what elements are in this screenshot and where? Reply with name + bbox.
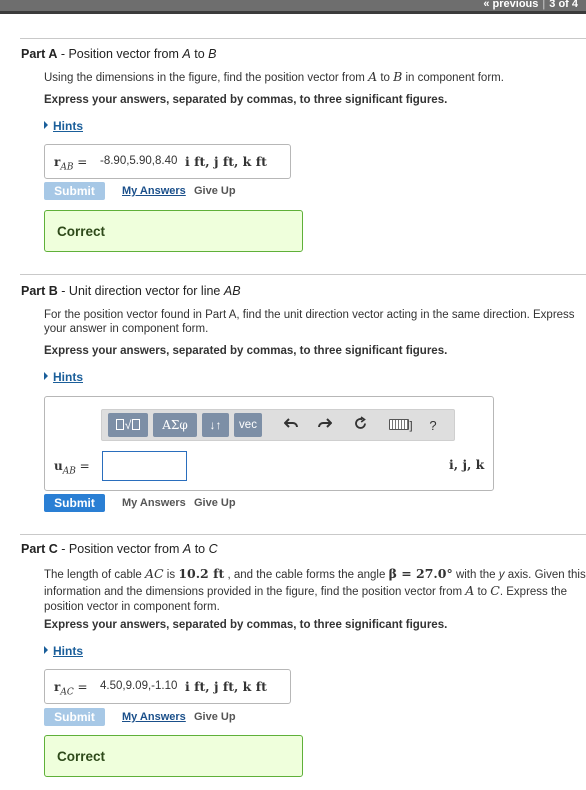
part-c-instr-angle: β = 27.0° (388, 566, 453, 581)
part-b-hints-label: Hints (53, 370, 83, 384)
part-c-correct-text: Correct (57, 749, 106, 764)
part-a-submit-button: Submit (44, 182, 105, 200)
part-a-title-a: A (182, 47, 191, 61)
reset-icon[interactable] (349, 416, 371, 436)
part-c-express: Express your answers, separated by comma… (44, 619, 448, 631)
part-c-instr-4: with the (452, 569, 499, 581)
part-a-correct-feedback: Correct (44, 210, 303, 252)
part-b-units-text: i, j, k (449, 457, 485, 472)
part-a-instr-b: B (393, 69, 403, 84)
part-c-instr-3: , and the cable forms the angle (224, 569, 389, 581)
page-position: 3 of 4 (549, 0, 578, 10)
part-c-title-c: C (208, 542, 218, 556)
part-c-units: i ft, j ft, k ft (185, 679, 267, 694)
part-b-hints-link[interactable]: Hints (44, 370, 83, 384)
part-a-give-up: Give Up (194, 185, 236, 197)
greek-symbols-button[interactable]: ΑΣφ (153, 413, 197, 437)
nav-separator: | (542, 0, 546, 10)
part-a-hints-label: Hints (53, 119, 83, 133)
part-b-answer-input[interactable] (102, 451, 187, 481)
part-a-label: Part A (21, 47, 58, 61)
part-c-instr-length: 10.2 ft (178, 566, 225, 581)
part-b-var-sub: AB (62, 466, 76, 477)
part-c-instr-ac: AC (145, 566, 164, 581)
part-a-instr-pre: Using the dimensions in the figure, find… (44, 72, 369, 84)
part-b-label: Part B (21, 284, 58, 298)
part-c-submit-button: Submit (44, 708, 105, 726)
keyboard-icon[interactable]: ] (384, 416, 418, 436)
part-b-equals: = (75, 459, 90, 473)
expand-triangle-icon (44, 646, 48, 654)
part-a-title-text: - Position vector from (57, 47, 183, 61)
part-a-instr-a: A (368, 69, 378, 84)
part-c-label: Part C (21, 542, 58, 556)
part-b-var-symbol: u (54, 459, 63, 473)
part-a-correct-text: Correct (57, 224, 106, 239)
part-a-express: Express your answers, separated by comma… (44, 94, 448, 106)
top-nav-bar: « previous | 3 of 4 (0, 0, 586, 14)
part-c-instr-6: to (474, 586, 491, 598)
part-a-title-b: B (208, 47, 217, 61)
part-c-instr-1: The length of cable (44, 569, 146, 581)
part-c-instr-c: C (490, 583, 500, 598)
math-toolbar: √ ΑΣφ ↓↑ vec ] ? (101, 409, 455, 441)
top-nav: « previous | 3 of 4 (483, 0, 578, 10)
part-c-correct-feedback: Correct (44, 735, 303, 777)
part-a-instructions: Using the dimensions in the figure, find… (44, 70, 586, 85)
part-c-instr-2: is (163, 569, 179, 581)
part-c-hints-label: Hints (53, 644, 83, 658)
part-a-divider (20, 38, 586, 39)
previous-link[interactable]: « previous (483, 0, 538, 10)
part-c-answer-box: rAC = 4.50,9.09,-1.10 i ft, j ft, k ft (44, 669, 291, 704)
part-c-title-a: A (182, 542, 192, 556)
subscript-superscript-button[interactable]: ↓↑ (202, 413, 229, 437)
part-a-title-mid: to (190, 47, 209, 61)
part-a-var-sub: AB (60, 162, 74, 173)
part-c-title[interactable]: Part C - Position vector from A to C (21, 542, 218, 556)
part-b-units: i, j, k (449, 457, 484, 472)
part-b-title-line: AB (223, 284, 241, 298)
undo-icon[interactable] (280, 416, 302, 436)
part-a-equals: = (73, 155, 88, 169)
part-c-title-text: - Position vector from (57, 542, 183, 556)
part-b-title[interactable]: Part B - Unit direction vector for line … (21, 284, 241, 298)
expand-triangle-icon (44, 121, 48, 129)
part-a-answer-box: rAB = -8.90,5.90,8.40 i ft, j ft, k ft (44, 144, 291, 179)
part-b-instructions: For the position vector found in Part A,… (44, 309, 575, 335)
part-b-express: Express your answers, separated by comma… (44, 345, 448, 357)
part-b-divider (20, 274, 586, 275)
redo-icon[interactable] (314, 416, 336, 436)
part-a-title[interactable]: Part A - Position vector from A to B (21, 47, 216, 61)
part-b-my-answers: My Answers (122, 497, 186, 509)
part-c-answer-value: 4.50,9.09,-1.10 (100, 680, 178, 692)
part-c-units-text: i ft, j ft, k ft (185, 679, 267, 694)
part-a-hints-link[interactable]: Hints (44, 119, 83, 133)
part-a-answer-value: -8.90,5.90,8.40 (100, 155, 178, 167)
part-a-units: i ft, j ft, k ft (185, 154, 267, 169)
part-c-var-sub: AC (60, 687, 74, 698)
help-button[interactable]: ? (422, 416, 444, 436)
part-c-give-up: Give Up (194, 711, 236, 723)
part-c-equals: = (73, 680, 88, 694)
part-c-instructions: The length of cable AC is 10.2 ft , and … (44, 566, 586, 615)
expand-triangle-icon (44, 372, 48, 380)
part-a-instr-post: in component form. (402, 72, 504, 84)
part-b-give-up-link[interactable]: Give Up (194, 497, 236, 509)
part-b-answer-editor: √ ΑΣφ ↓↑ vec ] ? uAB = i, j, k (44, 396, 494, 491)
part-a-units-text: i ft, j ft, k ft (185, 154, 267, 169)
part-b-variable: uAB = (54, 459, 90, 476)
part-a-variable: rAB = (54, 155, 87, 172)
part-b-title-text: - Unit direction vector for line (57, 284, 224, 298)
part-a-instr-mid: to (377, 72, 394, 84)
part-c-hints-link[interactable]: Hints (44, 644, 83, 658)
part-c-divider (20, 534, 586, 535)
part-c-my-answers-link[interactable]: My Answers (122, 711, 186, 723)
part-c-instr-a: A (465, 583, 475, 598)
part-c-variable: rAC = (54, 680, 88, 697)
template-icon[interactable]: √ (108, 413, 148, 437)
part-a-my-answers-link[interactable]: My Answers (122, 185, 186, 197)
vector-button[interactable]: vec (234, 413, 262, 437)
part-b-submit-button[interactable]: Submit (44, 494, 105, 512)
part-c-title-mid: to (191, 542, 209, 556)
